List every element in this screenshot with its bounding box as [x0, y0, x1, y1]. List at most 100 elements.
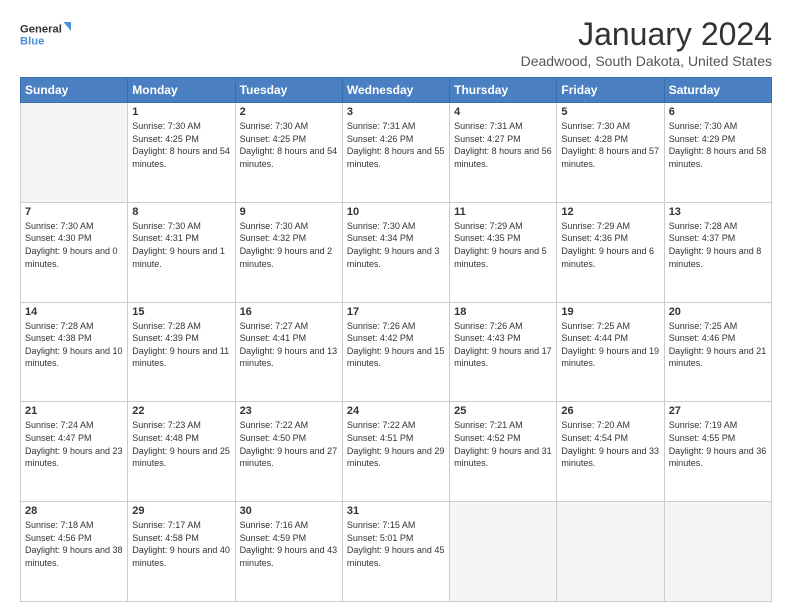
col-tuesday: Tuesday — [235, 78, 342, 103]
cell-content: Sunrise: 7:29 AM Sunset: 4:36 PM Dayligh… — [561, 220, 659, 270]
cell-content: Sunrise: 7:26 AM Sunset: 4:43 PM Dayligh… — [454, 320, 552, 370]
calendar-table: Sunday Monday Tuesday Wednesday Thursday… — [20, 77, 772, 602]
logo: General Blue — [20, 16, 80, 52]
calendar-cell: 5 Sunrise: 7:30 AM Sunset: 4:28 PM Dayli… — [557, 103, 664, 203]
day-number: 13 — [669, 206, 767, 218]
calendar-cell: 3 Sunrise: 7:31 AM Sunset: 4:26 PM Dayli… — [342, 103, 449, 203]
cell-content: Sunrise: 7:30 AM Sunset: 4:34 PM Dayligh… — [347, 220, 445, 270]
day-number: 1 — [132, 106, 230, 118]
calendar-cell: 29 Sunrise: 7:17 AM Sunset: 4:58 PM Dayl… — [128, 502, 235, 602]
calendar-cell: 30 Sunrise: 7:16 AM Sunset: 4:59 PM Dayl… — [235, 502, 342, 602]
day-number: 11 — [454, 206, 552, 218]
cell-content: Sunrise: 7:25 AM Sunset: 4:44 PM Dayligh… — [561, 320, 659, 370]
day-number: 31 — [347, 505, 445, 517]
cell-content: Sunrise: 7:26 AM Sunset: 4:42 PM Dayligh… — [347, 320, 445, 370]
calendar-cell: 16 Sunrise: 7:27 AM Sunset: 4:41 PM Dayl… — [235, 302, 342, 402]
week-row-4: 21 Sunrise: 7:24 AM Sunset: 4:47 PM Dayl… — [21, 402, 772, 502]
cell-content: Sunrise: 7:25 AM Sunset: 4:46 PM Dayligh… — [669, 320, 767, 370]
cell-content: Sunrise: 7:21 AM Sunset: 4:52 PM Dayligh… — [454, 419, 552, 469]
day-number: 27 — [669, 405, 767, 417]
title-block: January 2024 Deadwood, South Dakota, Uni… — [521, 16, 772, 69]
day-number: 12 — [561, 206, 659, 218]
calendar-cell: 9 Sunrise: 7:30 AM Sunset: 4:32 PM Dayli… — [235, 202, 342, 302]
page: General Blue January 2024 Deadwood, Sout… — [0, 0, 792, 612]
cell-content: Sunrise: 7:28 AM Sunset: 4:39 PM Dayligh… — [132, 320, 230, 370]
col-monday: Monday — [128, 78, 235, 103]
day-number: 7 — [25, 206, 123, 218]
calendar-cell: 13 Sunrise: 7:28 AM Sunset: 4:37 PM Dayl… — [664, 202, 771, 302]
day-number: 6 — [669, 106, 767, 118]
calendar-cell: 17 Sunrise: 7:26 AM Sunset: 4:42 PM Dayl… — [342, 302, 449, 402]
calendar-cell — [21, 103, 128, 203]
col-saturday: Saturday — [664, 78, 771, 103]
day-number: 17 — [347, 306, 445, 318]
cell-content: Sunrise: 7:16 AM Sunset: 4:59 PM Dayligh… — [240, 519, 338, 569]
col-thursday: Thursday — [450, 78, 557, 103]
calendar-cell: 31 Sunrise: 7:15 AM Sunset: 5:01 PM Dayl… — [342, 502, 449, 602]
week-row-3: 14 Sunrise: 7:28 AM Sunset: 4:38 PM Dayl… — [21, 302, 772, 402]
day-number: 29 — [132, 505, 230, 517]
day-number: 26 — [561, 405, 659, 417]
day-number: 19 — [561, 306, 659, 318]
week-row-2: 7 Sunrise: 7:30 AM Sunset: 4:30 PM Dayli… — [21, 202, 772, 302]
calendar-cell: 27 Sunrise: 7:19 AM Sunset: 4:55 PM Dayl… — [664, 402, 771, 502]
calendar-cell: 24 Sunrise: 7:22 AM Sunset: 4:51 PM Dayl… — [342, 402, 449, 502]
day-number: 10 — [347, 206, 445, 218]
cell-content: Sunrise: 7:28 AM Sunset: 4:38 PM Dayligh… — [25, 320, 123, 370]
day-number: 3 — [347, 106, 445, 118]
day-number: 24 — [347, 405, 445, 417]
calendar-cell — [557, 502, 664, 602]
calendar-cell — [664, 502, 771, 602]
cell-content: Sunrise: 7:24 AM Sunset: 4:47 PM Dayligh… — [25, 419, 123, 469]
calendar-cell: 10 Sunrise: 7:30 AM Sunset: 4:34 PM Dayl… — [342, 202, 449, 302]
location-title: Deadwood, South Dakota, United States — [521, 53, 772, 69]
cell-content: Sunrise: 7:30 AM Sunset: 4:30 PM Dayligh… — [25, 220, 123, 270]
day-number: 14 — [25, 306, 123, 318]
col-sunday: Sunday — [21, 78, 128, 103]
calendar-cell: 2 Sunrise: 7:30 AM Sunset: 4:25 PM Dayli… — [235, 103, 342, 203]
cell-content: Sunrise: 7:31 AM Sunset: 4:27 PM Dayligh… — [454, 120, 552, 170]
cell-content: Sunrise: 7:28 AM Sunset: 4:37 PM Dayligh… — [669, 220, 767, 270]
calendar-cell: 12 Sunrise: 7:29 AM Sunset: 4:36 PM Dayl… — [557, 202, 664, 302]
calendar-cell: 15 Sunrise: 7:28 AM Sunset: 4:39 PM Dayl… — [128, 302, 235, 402]
col-wednesday: Wednesday — [342, 78, 449, 103]
day-number: 22 — [132, 405, 230, 417]
cell-content: Sunrise: 7:19 AM Sunset: 4:55 PM Dayligh… — [669, 419, 767, 469]
svg-text:Blue: Blue — [20, 36, 44, 48]
calendar-header-row: Sunday Monday Tuesday Wednesday Thursday… — [21, 78, 772, 103]
calendar-cell: 26 Sunrise: 7:20 AM Sunset: 4:54 PM Dayl… — [557, 402, 664, 502]
day-number: 25 — [454, 405, 552, 417]
calendar-cell: 19 Sunrise: 7:25 AM Sunset: 4:44 PM Dayl… — [557, 302, 664, 402]
calendar-cell: 6 Sunrise: 7:30 AM Sunset: 4:29 PM Dayli… — [664, 103, 771, 203]
header: General Blue January 2024 Deadwood, Sout… — [20, 16, 772, 69]
calendar-cell: 23 Sunrise: 7:22 AM Sunset: 4:50 PM Dayl… — [235, 402, 342, 502]
calendar-cell: 4 Sunrise: 7:31 AM Sunset: 4:27 PM Dayli… — [450, 103, 557, 203]
logo-svg: General Blue — [20, 16, 80, 52]
day-number: 15 — [132, 306, 230, 318]
calendar-cell: 14 Sunrise: 7:28 AM Sunset: 4:38 PM Dayl… — [21, 302, 128, 402]
cell-content: Sunrise: 7:30 AM Sunset: 4:28 PM Dayligh… — [561, 120, 659, 170]
day-number: 20 — [669, 306, 767, 318]
svg-text:General: General — [20, 24, 62, 36]
cell-content: Sunrise: 7:20 AM Sunset: 4:54 PM Dayligh… — [561, 419, 659, 469]
cell-content: Sunrise: 7:22 AM Sunset: 4:51 PM Dayligh… — [347, 419, 445, 469]
cell-content: Sunrise: 7:30 AM Sunset: 4:25 PM Dayligh… — [132, 120, 230, 170]
calendar-cell: 25 Sunrise: 7:21 AM Sunset: 4:52 PM Dayl… — [450, 402, 557, 502]
cell-content: Sunrise: 7:17 AM Sunset: 4:58 PM Dayligh… — [132, 519, 230, 569]
col-friday: Friday — [557, 78, 664, 103]
day-number: 9 — [240, 206, 338, 218]
day-number: 21 — [25, 405, 123, 417]
calendar-cell: 22 Sunrise: 7:23 AM Sunset: 4:48 PM Dayl… — [128, 402, 235, 502]
cell-content: Sunrise: 7:30 AM Sunset: 4:31 PM Dayligh… — [132, 220, 230, 270]
calendar-cell: 20 Sunrise: 7:25 AM Sunset: 4:46 PM Dayl… — [664, 302, 771, 402]
day-number: 2 — [240, 106, 338, 118]
calendar-cell: 1 Sunrise: 7:30 AM Sunset: 4:25 PM Dayli… — [128, 103, 235, 203]
cell-content: Sunrise: 7:15 AM Sunset: 5:01 PM Dayligh… — [347, 519, 445, 569]
day-number: 4 — [454, 106, 552, 118]
cell-content: Sunrise: 7:23 AM Sunset: 4:48 PM Dayligh… — [132, 419, 230, 469]
cell-content: Sunrise: 7:22 AM Sunset: 4:50 PM Dayligh… — [240, 419, 338, 469]
calendar-cell: 21 Sunrise: 7:24 AM Sunset: 4:47 PM Dayl… — [21, 402, 128, 502]
calendar-cell: 11 Sunrise: 7:29 AM Sunset: 4:35 PM Dayl… — [450, 202, 557, 302]
day-number: 8 — [132, 206, 230, 218]
cell-content: Sunrise: 7:29 AM Sunset: 4:35 PM Dayligh… — [454, 220, 552, 270]
